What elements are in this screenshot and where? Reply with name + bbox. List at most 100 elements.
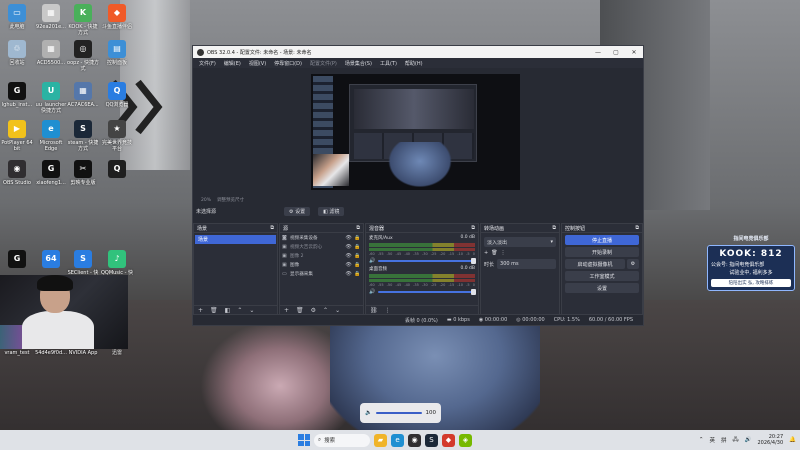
remove-transition-icon[interactable]: 🗑 xyxy=(491,250,497,256)
dock-undock-icon[interactable]: ⧉ xyxy=(270,225,274,231)
source-item[interactable]: ◙ 视频采集设备 👁 🔒 xyxy=(280,233,363,242)
menu-edit[interactable]: 编辑(E) xyxy=(220,60,245,67)
ime-language[interactable]: 英 xyxy=(709,436,715,444)
lock-icon[interactable]: 🔒 xyxy=(354,262,361,268)
minimize-button[interactable]: — xyxy=(589,49,607,56)
lock-icon[interactable]: 🔒 xyxy=(354,235,361,241)
scene-item[interactable]: 场景 xyxy=(195,235,276,244)
speaker-icon[interactable]: 🔈 xyxy=(365,410,372,416)
desktop-icon[interactable]: Gxiaofeng1... xyxy=(34,160,68,186)
desktop-icon[interactable]: Q xyxy=(100,160,134,180)
menu-tools[interactable]: 工具(T) xyxy=(376,60,401,67)
desktop-icon[interactable]: Uuu_launcher 快捷方式 xyxy=(34,82,68,114)
start-virtual-camera-button[interactable]: 启动虚拟摄像机 xyxy=(565,259,625,269)
file-explorer-icon[interactable]: ▰ xyxy=(374,433,387,447)
speaker-icon[interactable]: 🔊 xyxy=(369,258,375,264)
source-item[interactable]: ▣ 图像 👁 🔒 xyxy=(280,260,363,269)
scene-filters-icon[interactable]: ◧ xyxy=(225,307,231,314)
mixer-menu-icon[interactable]: ⋮ xyxy=(385,307,391,314)
volume-slider[interactable] xyxy=(378,289,476,295)
desktop-icon[interactable]: ✂ 剪映专业版 xyxy=(66,160,100,186)
visibility-eye-icon[interactable]: 👁 xyxy=(345,262,352,268)
desktop-icon[interactable]: 64 xyxy=(34,250,68,270)
close-button[interactable]: ✕ xyxy=(625,49,643,56)
lock-icon[interactable]: 🔒 xyxy=(354,271,361,277)
source-item[interactable]: ▣ 视频大吉云韵心 👁 🔒 xyxy=(280,242,363,251)
menu-profile[interactable]: 配置文件(P) xyxy=(306,60,341,67)
desktop-icon[interactable]: ★ 完美世界竞技平台 xyxy=(100,120,134,152)
visibility-eye-icon[interactable]: 👁 xyxy=(345,253,352,259)
steam-taskbar-icon[interactable]: S xyxy=(425,433,438,447)
lock-icon[interactable]: 🔒 xyxy=(354,244,361,250)
desktop-icon[interactable]: Glghub_inst... xyxy=(0,82,34,108)
menu-scene-collection[interactable]: 场景集合(S) xyxy=(341,60,376,67)
taskbar-search[interactable]: ⌕ 搜索 xyxy=(314,433,370,447)
move-up-icon[interactable]: ⌃ xyxy=(323,307,328,314)
dock-undock-icon[interactable]: ⧉ xyxy=(635,225,639,231)
settings-button[interactable]: 设置 xyxy=(565,283,639,293)
desktop-icon[interactable]: Ssteam - 快捷方式 xyxy=(66,120,100,152)
virtual-camera-gear-icon[interactable]: ⚙ xyxy=(627,259,639,269)
volume-slider-knob[interactable] xyxy=(471,289,476,295)
network-icon[interactable]: 🖧 xyxy=(733,436,739,445)
volume-slider[interactable] xyxy=(378,258,476,264)
edge-icon[interactable]: e xyxy=(391,433,404,447)
menu-docks[interactable]: 停靠窗口(D) xyxy=(270,60,306,67)
speaker-icon[interactable]: 🔊 xyxy=(369,289,375,295)
dock-undock-icon[interactable]: ⧉ xyxy=(552,225,556,231)
move-up-icon[interactable]: ⌃ xyxy=(237,307,242,314)
remove-source-icon[interactable]: 🗑 xyxy=(296,307,304,314)
obs-preview-area[interactable] xyxy=(193,68,643,196)
add-scene-icon[interactable]: + xyxy=(198,307,203,314)
desktop-icon[interactable]: ▶ PotPlayer 64 bit xyxy=(0,120,34,152)
source-item[interactable]: ▭ 显示器采集 👁 🔒 xyxy=(280,269,363,278)
source-properties-icon[interactable]: ⚙ xyxy=(311,307,316,314)
app-taskbar-icon[interactable]: ◈ xyxy=(459,433,472,447)
lock-icon[interactable]: 🔒 xyxy=(354,253,361,259)
clock[interactable]: 20:27 2026/4/30 xyxy=(758,434,784,446)
add-transition-icon[interactable]: + xyxy=(484,250,488,256)
maximize-button[interactable]: ▢ xyxy=(607,49,625,56)
desktop-icon[interactable]: ▭ 此电脑 xyxy=(0,4,34,30)
obs-titlebar[interactable]: OBS 32.0.4 - 配置文件: 未命名 - 场景: 未命名 — ▢ ✕ xyxy=(193,46,643,58)
desktop-icon[interactable]: K KOOK - 快捷方式 xyxy=(66,4,100,36)
windows-start-icon[interactable] xyxy=(298,434,310,446)
ime-mode[interactable]: 拼 xyxy=(721,436,727,444)
desktop-icon[interactable]: G xyxy=(0,250,34,270)
transition-menu-icon[interactable]: ⋮ xyxy=(501,250,506,256)
start-recording-button[interactable]: 开始录制 xyxy=(565,247,639,257)
desktop-icon[interactable]: ◆ 斗鱼直播伴侣 xyxy=(100,4,134,30)
desktop-icon[interactable]: ▤ 控制面板 xyxy=(100,40,134,66)
visibility-eye-icon[interactable]: 👁 xyxy=(345,235,352,241)
stop-streaming-button[interactable]: 停止直播 xyxy=(565,235,639,245)
desktop-icon[interactable]: ▦ ACD5500... xyxy=(34,40,68,66)
remove-scene-icon[interactable]: 🗑 xyxy=(210,307,218,314)
move-down-icon[interactable]: ⌄ xyxy=(335,307,340,314)
volume-slider-knob[interactable] xyxy=(471,258,476,264)
zoom-level[interactable]: 20% xyxy=(201,198,211,203)
source-item[interactable]: ▣ 图像 2 👁 🔒 xyxy=(280,251,363,260)
visibility-eye-icon[interactable]: 👁 xyxy=(345,244,352,250)
dock-undock-icon[interactable]: ⧉ xyxy=(356,225,360,231)
obs-taskbar-icon[interactable]: ◉ xyxy=(408,433,421,447)
menu-file[interactable]: 文件(F) xyxy=(195,60,220,67)
studio-mode-button[interactable]: 工作室模式 xyxy=(565,271,639,281)
obs-window[interactable]: OBS 32.0.4 - 配置文件: 未命名 - 场景: 未命名 — ▢ ✕ 文… xyxy=(192,45,644,326)
menu-view[interactable]: 视图(V) xyxy=(245,60,270,67)
notification-bell-icon[interactable]: 🔔 xyxy=(789,437,796,443)
desktop-icon[interactable]: ◉ OBS Studio xyxy=(0,160,34,186)
visibility-eye-icon[interactable]: 👁 xyxy=(345,271,352,277)
transition-type-select[interactable]: 淡入淡出 ▾ xyxy=(484,237,556,247)
desktop-icon[interactable]: ♲ 回收站 xyxy=(0,40,34,66)
duration-input[interactable]: 300 ms xyxy=(497,259,556,269)
link-icon[interactable]: ⛓ xyxy=(370,307,378,314)
desktop-icon[interactable]: Q QQ浏览器 xyxy=(100,82,134,108)
dock-undock-icon[interactable]: ⧉ xyxy=(471,225,475,231)
system-volume-slider[interactable] xyxy=(375,412,422,414)
desktop-icon[interactable]: e Microsoft Edge xyxy=(34,120,68,152)
desktop-icon[interactable]: ▦ AC7AC6EA... xyxy=(66,82,100,108)
douyu-taskbar-icon[interactable]: ◆ xyxy=(442,433,455,447)
filters-button[interactable]: ◧ 滤镜 xyxy=(318,206,345,216)
desktop-icon[interactable]: ▦ 92ea201e... xyxy=(34,4,68,30)
tray-chevron-icon[interactable]: ⌃ xyxy=(699,437,704,443)
